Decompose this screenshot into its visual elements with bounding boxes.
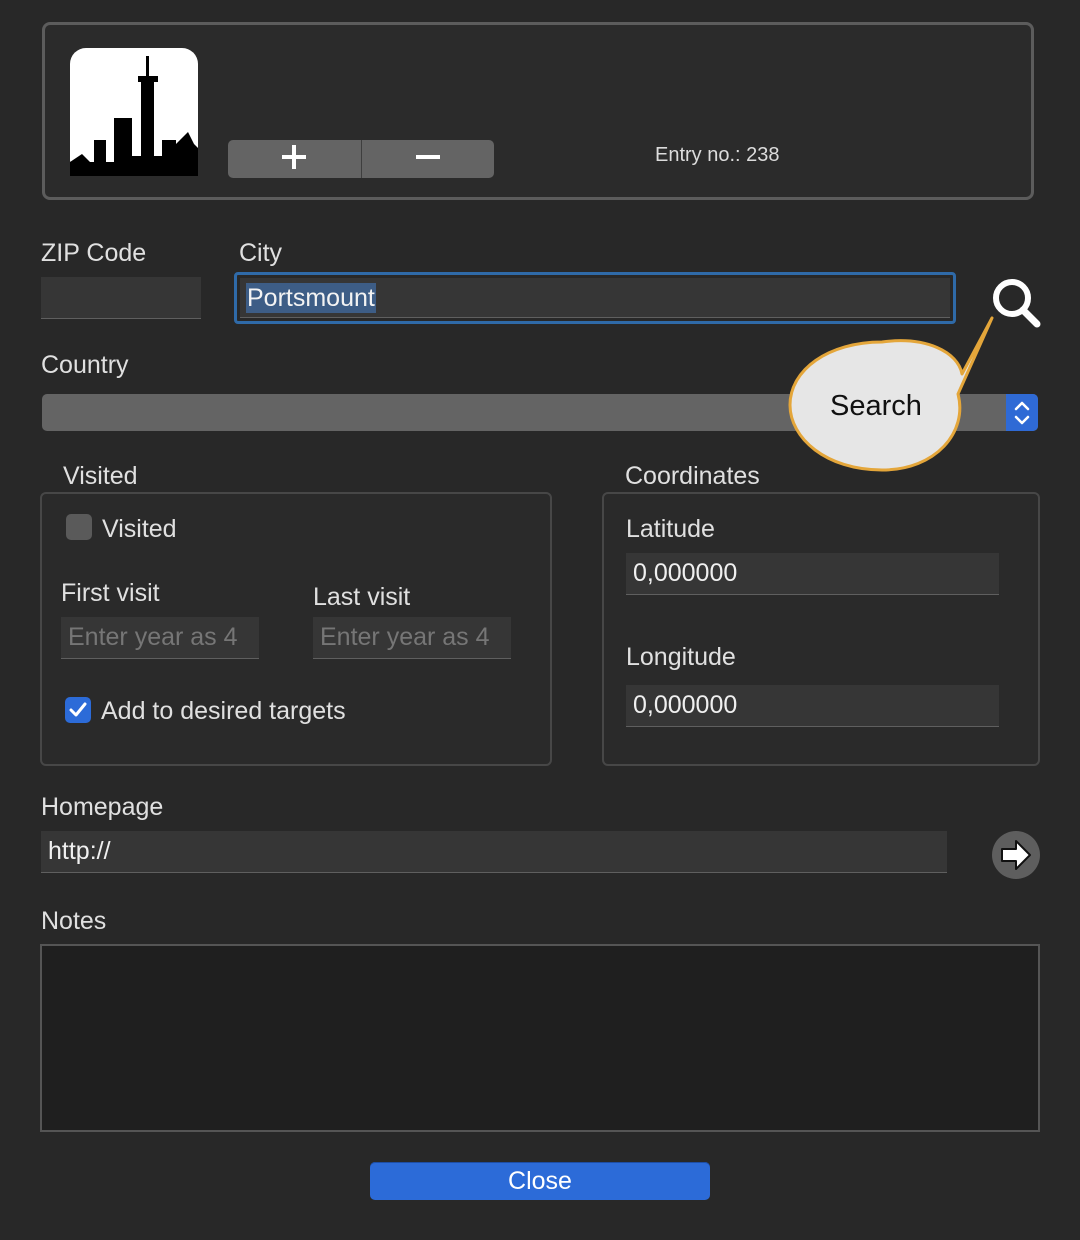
- desired-targets-checkbox[interactable]: [65, 697, 91, 723]
- remove-image-button[interactable]: [362, 140, 495, 178]
- arrow-right-icon[interactable]: [991, 830, 1041, 880]
- longitude-label: Longitude: [626, 643, 736, 671]
- visited-checkbox[interactable]: [66, 514, 92, 540]
- coordinates-group-title: Coordinates: [625, 462, 760, 490]
- checkmark-icon: [69, 702, 87, 717]
- image-buttons: [228, 140, 494, 178]
- zip-field[interactable]: [41, 277, 201, 319]
- first-visit-label: First visit: [61, 579, 160, 607]
- country-label: Country: [41, 351, 129, 379]
- longitude-field[interactable]: 0,000000: [626, 685, 999, 727]
- city-label: City: [239, 239, 283, 267]
- desired-targets-label: Add to desired targets: [101, 697, 346, 725]
- close-button[interactable]: Close: [370, 1162, 710, 1200]
- last-visit-label: Last visit: [313, 583, 411, 611]
- last-visit-field[interactable]: [313, 617, 511, 659]
- city-skyline-image[interactable]: [70, 48, 198, 176]
- city-value: Portsmount: [246, 282, 376, 313]
- entry-number: Entry no.: 238: [655, 144, 780, 166]
- latitude-field[interactable]: 0,000000: [626, 553, 999, 595]
- plus-icon: [279, 142, 309, 177]
- notes-label: Notes: [41, 907, 107, 935]
- visited-checkbox-label: Visited: [102, 515, 177, 543]
- add-image-button[interactable]: [228, 140, 361, 178]
- search-tooltip-text: Search: [830, 390, 922, 422]
- minus-icon: [413, 142, 443, 177]
- latitude-label: Latitude: [626, 515, 715, 543]
- visited-group-title: Visited: [63, 462, 138, 490]
- homepage-label: Homepage: [41, 793, 164, 821]
- notes-textarea[interactable]: [40, 944, 1040, 1132]
- homepage-field[interactable]: http://: [41, 831, 947, 873]
- zip-label: ZIP Code: [41, 239, 147, 267]
- first-visit-field[interactable]: [61, 617, 259, 659]
